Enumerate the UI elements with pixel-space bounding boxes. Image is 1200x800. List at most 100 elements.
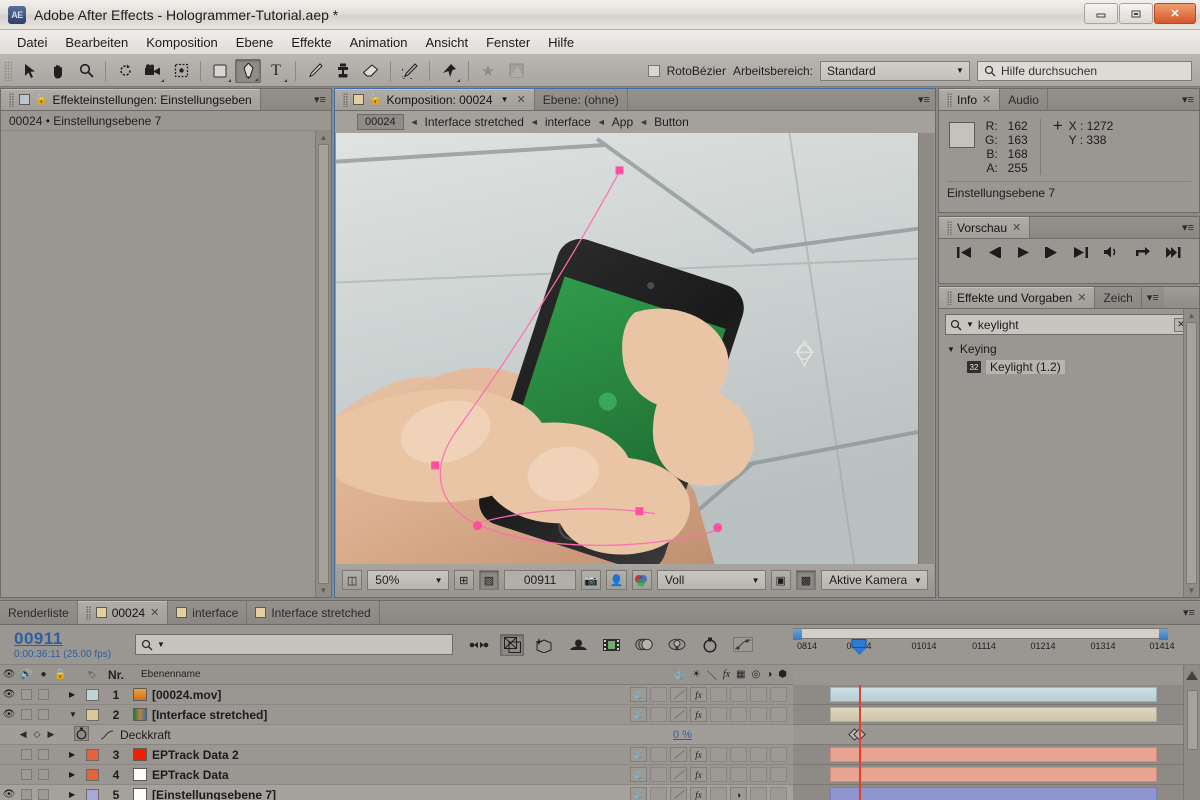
clone-stamp-tool-icon[interactable] (330, 59, 356, 83)
motionblur-switch[interactable] (730, 747, 747, 762)
threed-switch[interactable] (770, 747, 787, 762)
scroll-up-icon[interactable]: ▲ (320, 133, 328, 142)
frameblend-switch[interactable] (710, 767, 727, 782)
eraser-tool-icon[interactable] (358, 59, 384, 83)
frameblend-switch[interactable] (710, 687, 727, 702)
adjustment-switch[interactable] (750, 747, 767, 762)
layer-audio-toggle[interactable] (18, 769, 35, 780)
layer-visibility-toggle[interactable]: 👁 (0, 789, 18, 800)
quality-switch[interactable] (650, 747, 667, 762)
quality-switch[interactable] (650, 707, 667, 722)
breadcrumb-item-2[interactable]: interface (545, 115, 591, 129)
threed-switch[interactable] (770, 767, 787, 782)
layer-disclosure-icon[interactable]: ▶ (69, 750, 81, 759)
chevron-down-icon[interactable]: ▼ (157, 640, 165, 649)
lock-icon[interactable]: 🔓 (369, 94, 381, 105)
chevron-down-icon[interactable]: ▼ (498, 95, 512, 104)
layer-bar[interactable] (830, 767, 1157, 782)
layer-bar[interactable] (830, 687, 1157, 702)
add-keyframe-icon[interactable]: ◇ (34, 729, 41, 740)
tab-paint[interactable]: Zeich (1095, 287, 1142, 308)
toggle-switches-modes-icon[interactable] (467, 634, 491, 656)
fx-switch[interactable]: fx (690, 747, 707, 762)
motionblur-switch[interactable]: ◑ (730, 787, 747, 800)
show-snapshot-icon[interactable]: 👤 (606, 570, 627, 590)
tab-grip-icon[interactable] (343, 92, 348, 107)
scroll-thumb[interactable] (318, 144, 329, 584)
playhead-line[interactable] (859, 685, 861, 800)
breadcrumb-item-3[interactable]: App (612, 115, 633, 129)
toolbar-grip[interactable] (4, 60, 12, 81)
last-frame-button[interactable] (1073, 246, 1089, 263)
minimize-button[interactable] (1084, 3, 1118, 24)
layer-disclosure-icon[interactable]: ▶ (69, 690, 81, 699)
fx-switch[interactable]: fx (690, 767, 707, 782)
fx-switch[interactable]: fx (690, 707, 707, 722)
draft-3d-icon[interactable] (533, 634, 557, 656)
tab-comp-00024[interactable]: 00024 ✕ (77, 601, 169, 624)
close-icon[interactable]: ✕ (517, 93, 526, 106)
layer-disclosure-icon[interactable]: ▼ (69, 710, 81, 719)
composition-mini-flowchart-icon[interactable] (500, 633, 524, 656)
type-tool-icon[interactable]: T (263, 59, 289, 83)
workspace-select[interactable]: Standard ▼ (820, 60, 970, 81)
rotobezier-checkbox[interactable] (647, 64, 660, 77)
effect-switch[interactable]: ／ (670, 687, 687, 702)
panel-menu-icon[interactable]: ▾≡ (913, 89, 935, 110)
effects-search-input[interactable] (977, 317, 1170, 332)
threed-switch[interactable] (770, 787, 787, 800)
stopwatch-icon[interactable] (74, 725, 94, 744)
timeline-search-input[interactable]: ▼ (135, 634, 453, 655)
menu-fenster[interactable]: Fenster (477, 32, 539, 53)
menu-komposition[interactable]: Komposition (137, 32, 227, 53)
effects-search-field[interactable]: ▼ ✕ (945, 314, 1193, 335)
zoom-tool-icon[interactable] (73, 59, 99, 83)
panel-menu-icon[interactable]: ▾≡ (1177, 89, 1199, 110)
transparency-grid-icon[interactable]: ▩ (795, 570, 817, 590)
frameblend-switch[interactable] (710, 787, 727, 800)
tab-comp-interface[interactable]: interface (168, 601, 248, 624)
close-icon[interactable]: ✕ (1012, 221, 1021, 234)
layer-bar[interactable] (830, 787, 1157, 800)
breadcrumb-item-1[interactable]: Interface stretched (425, 115, 524, 129)
layer-label-color[interactable] (81, 768, 103, 781)
adjustment-switch[interactable] (750, 787, 767, 800)
work-area-end-handle[interactable] (1159, 629, 1168, 640)
effect-switch[interactable]: ／ (670, 707, 687, 722)
menu-animation[interactable]: Animation (341, 32, 417, 53)
always-preview-icon[interactable]: ◫ (342, 570, 363, 590)
grid-guides-icon[interactable]: ⊞ (453, 570, 474, 590)
layer-label-color[interactable] (81, 788, 103, 800)
loop-button[interactable] (1134, 245, 1151, 263)
tab-audio[interactable]: Audio (1000, 89, 1048, 110)
motionblur-switch[interactable] (730, 767, 747, 782)
tab-effect-controls[interactable]: 🔓 Effekteinstellungen: Einstellungseben (1, 89, 261, 110)
selection-tool-icon[interactable] (17, 59, 43, 83)
tab-grip-icon[interactable] (947, 220, 952, 235)
menu-bearbeiten[interactable]: Bearbeiten (56, 32, 137, 53)
scroll-down-icon[interactable]: ▼ (320, 586, 328, 595)
property-value[interactable]: 0 % (673, 729, 793, 741)
play-button[interactable] (1016, 246, 1030, 263)
scroll-thumb[interactable] (1186, 690, 1198, 750)
previous-frame-button[interactable] (986, 246, 1002, 263)
effects-scrollbar[interactable]: ▲ ▼ (1183, 309, 1199, 597)
tab-comp-interface-stretched[interactable]: Interface stretched (247, 601, 380, 624)
layer-audio-toggle[interactable] (18, 749, 35, 760)
timeline-track-area[interactable] (793, 685, 1183, 800)
disclosure-triangle-icon[interactable]: ▼ (947, 345, 955, 354)
layer-audio-toggle[interactable] (18, 709, 35, 720)
keyframe-navigator[interactable]: ◀ ◇ ▶ (0, 729, 74, 740)
rotation-tool-icon[interactable] (112, 59, 138, 83)
ram-preview-button[interactable] (1165, 246, 1182, 263)
puppet-pin-tool-icon[interactable] (436, 59, 462, 83)
layer-audio-toggle[interactable] (18, 789, 35, 800)
zoom-level-select[interactable]: 50% ▼ (367, 570, 449, 590)
layer-solo-toggle[interactable] (35, 689, 52, 700)
effects-category-keying[interactable]: ▼ Keying (945, 340, 1193, 358)
panel-menu-icon[interactable]: ▾≡ (1141, 287, 1164, 308)
mask-outline-icon[interactable]: ▨ (478, 570, 500, 590)
close-button[interactable]: ✕ (1154, 3, 1196, 24)
fx-switch[interactable]: fx (690, 687, 707, 702)
menu-ansicht[interactable]: Ansicht (416, 32, 477, 53)
